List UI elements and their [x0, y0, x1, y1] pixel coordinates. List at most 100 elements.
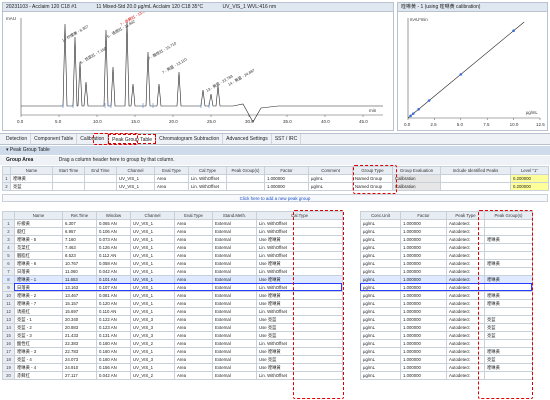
component-cell[interactable]: 亮蓝 - 3 [14, 331, 63, 340]
right-cell[interactable]: 1.000000 [400, 227, 447, 236]
component-cell[interactable]: Area [174, 267, 213, 276]
component-cell[interactable]: 0.122 AN [96, 315, 131, 324]
right-cell[interactable]: 1.000000 [400, 251, 447, 260]
component-cell[interactable]: 亮蓝 - 4 [14, 355, 63, 364]
chromatogram-plot[interactable]: mAUmin0.0 5.0 10.0 15.0 20.0 25.0 30.0 35.0 40.0… [3, 12, 393, 130]
group-cell[interactable] [440, 182, 511, 191]
tab-6[interactable]: SST / IRC [272, 134, 302, 144]
component-cell[interactable]: 6.957 [62, 227, 97, 236]
component-cell[interactable]: 24.073 [62, 355, 97, 364]
component-cell[interactable]: 0.126 AN [96, 243, 131, 252]
component-cell[interactable]: External [212, 371, 257, 380]
group-cell[interactable] [52, 182, 85, 191]
component-cell[interactable]: 0.058 AN [96, 259, 131, 268]
component-cell[interactable]: UV_VIS_1 [130, 235, 175, 244]
component-cell[interactable]: External [212, 267, 257, 276]
component-cell[interactable]: Area [174, 243, 213, 252]
group-cell[interactable]: µg/mL [308, 174, 353, 183]
component-cell[interactable]: 11.060 [62, 267, 97, 276]
component-row[interactable]: 16 酸性红 22.383 0.160 AN UV_VIS_2 Area External L… [2, 339, 343, 348]
component-cell[interactable]: 15.697 [62, 307, 97, 316]
component-cell[interactable]: 喹啉黄 - 3 [14, 347, 63, 356]
component-cell[interactable]: 喹啉黄 - 4 [14, 363, 63, 372]
right-cell[interactable]: µg/mL [360, 347, 401, 356]
component-cell[interactable]: 22.383 [62, 339, 97, 348]
group-cell[interactable]: Area [154, 174, 189, 183]
group-cell[interactable] [84, 182, 117, 191]
component-row[interactable]: 1 柠檬黄 6.307 0.065 AN UV_VIS_1 Area External Lin… [2, 219, 343, 228]
component-cell[interactable]: External [212, 235, 257, 244]
right-cell[interactable]: µg/mL [360, 331, 401, 340]
component-cell[interactable]: UV_VIS_2 [130, 371, 175, 380]
right-cell[interactable]: µg/mL [360, 339, 401, 348]
component-cell[interactable]: UV_VIS_1 [130, 251, 175, 260]
col-header[interactable]: Name [14, 211, 63, 220]
col-header[interactable]: Channel [130, 211, 175, 220]
component-cell[interactable]: 20.883 [62, 323, 97, 332]
component-cell[interactable]: UV_VIS_3 [130, 355, 175, 364]
group-cell[interactable]: Lin. WithOffset [188, 182, 227, 191]
right-cell[interactable]: 1.000000 [400, 355, 447, 364]
component-row[interactable]: 11 喹啉黄 - 7 15.157 0.120 AN UV_VIS_1 Area Exter… [2, 299, 343, 308]
component-cell[interactable]: External [212, 291, 257, 300]
component-cell[interactable]: 诱惑红 [14, 307, 63, 316]
component-cell[interactable]: 靛红 [14, 227, 63, 236]
component-cell[interactable]: UV_VIS_1 [130, 259, 175, 268]
component-cell[interactable]: 15.157 [62, 299, 97, 308]
calibration-plot[interactable]: mAU*min µg/mL 0.0 2.5 5.0 7.5 10.0 12.5 [398, 12, 547, 130]
tab-0[interactable]: Detection [3, 134, 32, 144]
component-cell[interactable]: External [212, 315, 257, 324]
component-cell[interactable]: UV_VIS_1 [130, 347, 175, 356]
right-cell[interactable]: µg/mL [360, 371, 401, 380]
right-cell[interactable]: 1.000000 [400, 235, 447, 244]
right-cell[interactable]: µg/mL [360, 259, 401, 268]
component-cell[interactable]: 0.120 AN [96, 299, 131, 308]
component-cell[interactable]: 胭脂红 [14, 251, 63, 260]
right-cell[interactable]: µg/mL [360, 243, 401, 252]
right-cell[interactable]: µg/mL [360, 235, 401, 244]
component-cell[interactable]: 苋菜红 [14, 243, 63, 252]
component-cell[interactable]: 20.340 [62, 315, 97, 324]
component-cell[interactable]: UV_VIS_1 [130, 219, 175, 228]
group-table-row[interactable]: 2 亮蓝 UV_VIS_1 Area Lin. WithOffset 1.000000 µg… [2, 182, 549, 191]
component-cell[interactable]: External [212, 363, 257, 372]
component-cell[interactable]: Area [174, 371, 213, 380]
right-cell[interactable]: 1.000000 [400, 299, 447, 308]
component-cell[interactable]: 亮蓝 - 2 [14, 323, 63, 332]
group-cell[interactable]: 亮蓝 [10, 182, 53, 191]
col-header[interactable]: End Time [84, 166, 117, 175]
component-cell[interactable]: 日落黄 [14, 267, 63, 276]
group-cell[interactable]: µg/mL [308, 182, 353, 191]
component-row[interactable]: 7 日落黄 11.060 0.042 AN UV_VIS_1 Area External Li… [2, 267, 343, 276]
component-row[interactable]: 18 亮蓝 - 4 24.073 0.160 AN UV_VIS_3 Area Extern… [2, 355, 343, 364]
group-cell[interactable]: 喹啉黄 [10, 174, 53, 183]
component-cell[interactable]: 0.073 AN [96, 235, 131, 244]
component-cell[interactable]: UV_VIS_3 [130, 323, 175, 332]
component-cell[interactable]: Area [174, 219, 213, 228]
right-cell[interactable]: 1.000000 [400, 219, 447, 228]
component-cell[interactable]: 0.065 AN [96, 219, 131, 228]
component-cell[interactable]: 8.523 [62, 251, 97, 260]
right-cell[interactable]: µg/mL [360, 267, 401, 276]
component-cell[interactable]: 0.042 AN [96, 267, 131, 276]
group-table-row[interactable]: 1 喹啉黄 UV_VIS_1 Area Lin. WithOffset 1.000000 µ… [2, 174, 549, 183]
component-row[interactable]: 2 靛红 6.957 0.106 AN UV_VIS_1 Area External Lin.… [2, 227, 343, 236]
component-cell[interactable]: Area [174, 339, 213, 348]
col-header[interactable]: Include Identified Peaks [440, 166, 511, 175]
col-header[interactable]: Group Evaluation [392, 166, 441, 175]
component-cell[interactable]: Area [174, 355, 213, 364]
component-cell[interactable]: Area [174, 291, 213, 300]
col-header[interactable]: Name [10, 166, 53, 175]
component-row[interactable]: 12 诱惑红 15.697 0.110 AN UV_VIS_1 Area External L… [2, 307, 343, 316]
component-cell[interactable]: UV_VIS_1 [130, 227, 175, 236]
component-cell[interactable]: Area [174, 227, 213, 236]
component-row[interactable]: 4 苋菜红 7.463 0.126 AN UV_VIS_1 Area External Lin… [2, 243, 343, 252]
component-cell[interactable]: Area [174, 299, 213, 308]
right-cell[interactable]: 1.000000 [400, 331, 447, 340]
component-cell[interactable]: External [212, 355, 257, 364]
component-cell[interactable]: 赤藓红 [14, 371, 63, 380]
col-header[interactable]: Start Time [52, 166, 85, 175]
col-header[interactable]: Level "1" [510, 166, 549, 175]
col-header[interactable]: Factor [264, 166, 309, 175]
component-cell[interactable]: External [212, 339, 257, 348]
